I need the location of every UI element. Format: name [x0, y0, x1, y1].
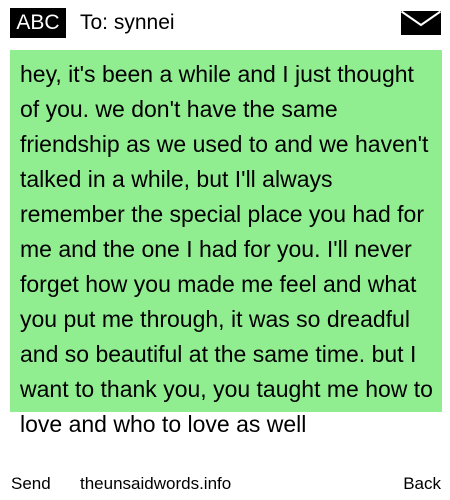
header-bar: ABC To: synnei [0, 0, 450, 46]
recipient-label: To: synnei [80, 11, 175, 34]
envelope-icon [400, 10, 442, 35]
send-button[interactable]: Send [11, 473, 51, 495]
softkey-bar: Send theunsaidwords.info Back [0, 470, 450, 500]
watermark-label: theunsaidwords.info [80, 474, 232, 493]
message-body[interactable]: hey, it's been a while and I just though… [20, 57, 436, 442]
back-button[interactable]: Back [403, 473, 441, 495]
input-mode-indicator: ABC [10, 8, 66, 38]
